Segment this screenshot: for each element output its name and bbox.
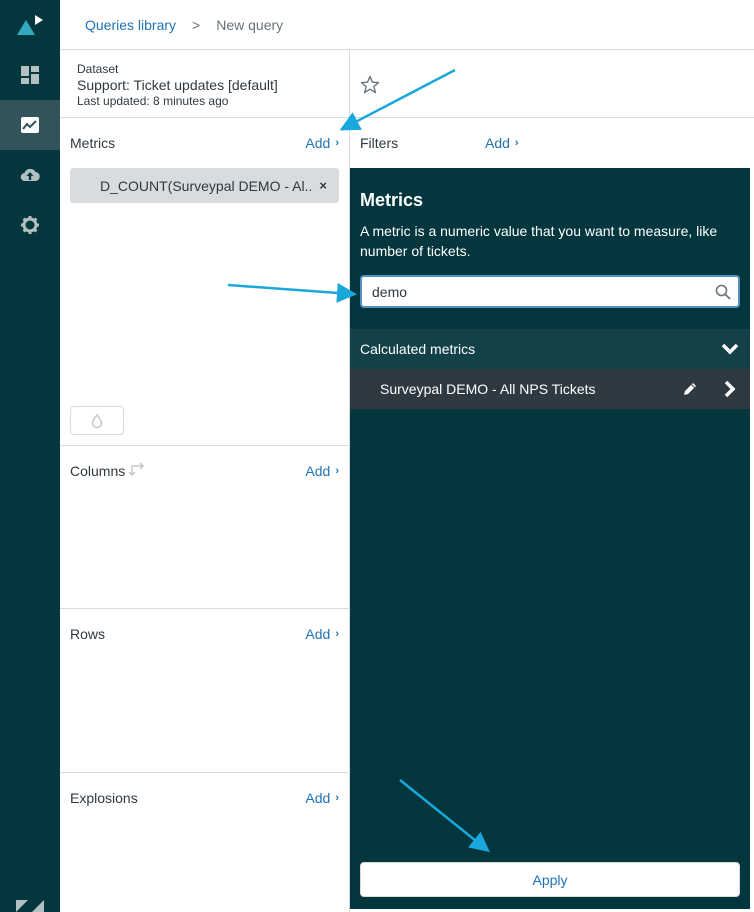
query-builder-panel: Dataset Support: Ticket updates [default… [60, 50, 350, 912]
metrics-panel-title: Metrics [360, 190, 424, 210]
queries-nav[interactable] [0, 100, 60, 150]
chevron-right-icon[interactable] [710, 369, 750, 409]
metric-search-input[interactable] [362, 277, 708, 306]
zendesk-logo-icon[interactable] [14, 900, 46, 912]
chevron-right-icon: › [335, 137, 339, 149]
upload-nav[interactable] [0, 150, 60, 200]
queries-icon [21, 117, 39, 133]
nav-rail [0, 0, 60, 912]
group-label: Calculated metrics [360, 341, 476, 357]
dataset-info: Dataset Support: Ticket updates [default… [77, 61, 278, 109]
add-explosions-label: Add [305, 790, 331, 806]
metrics-section-title: Metrics [70, 135, 116, 151]
add-metrics-link[interactable]: Add › [305, 135, 339, 151]
metric-list-item[interactable]: Surveypal DEMO - All NPS Tickets [350, 369, 750, 409]
queries-library-link[interactable]: Queries library [85, 17, 176, 33]
divider [60, 772, 350, 773]
metrics-picker-panel: Metrics A metric is a numeric value that… [350, 168, 750, 909]
metric-color-button[interactable] [70, 406, 124, 435]
metric-item-label: Surveypal DEMO - All NPS Tickets [380, 381, 596, 397]
filters-title: Filters [360, 135, 399, 151]
calculated-metrics-group[interactable]: Calculated metrics [350, 329, 750, 369]
add-rows-label: Add [305, 626, 331, 642]
search-icon[interactable] [708, 284, 738, 300]
dataset-name: Support: Ticket updates [default] [77, 77, 278, 93]
add-explosions-link[interactable]: Add › [305, 790, 339, 806]
metrics-panel-description: A metric is a numeric value that you wan… [360, 223, 718, 259]
breadcrumb-current: New query [216, 16, 284, 33]
upload-icon [20, 168, 40, 182]
chevron-right-icon: › [335, 792, 339, 804]
divider [60, 608, 350, 609]
filters-row: Filters Add › [350, 117, 754, 167]
metric-search [360, 275, 740, 308]
chevron-right-icon: › [514, 137, 519, 149]
metric-pill[interactable]: D_COUNT(Surveypal DEMO - Al... × [70, 168, 339, 203]
star-icon[interactable] [360, 75, 380, 95]
add-metrics-label: Add [305, 135, 331, 151]
columns-section-title: Columns [70, 463, 126, 479]
dataset-updated: Last updated: 8 minutes ago [77, 94, 229, 108]
dashboard-icon [21, 66, 39, 84]
explosions-section-title: Explosions [70, 790, 138, 806]
breadcrumb-separator: > [192, 16, 201, 33]
breadcrumb: Queries library > New query [60, 0, 754, 50]
dashboard-nav[interactable] [0, 50, 60, 100]
add-filters-link[interactable]: Add › [485, 135, 519, 151]
add-columns-link[interactable]: Add › [305, 463, 339, 479]
chevron-right-icon: › [335, 465, 339, 477]
edit-pencil-icon[interactable] [670, 369, 710, 409]
chevron-down-icon [710, 343, 750, 355]
divider [60, 117, 350, 118]
divider [60, 445, 350, 446]
add-columns-label: Add [305, 463, 331, 479]
add-filters-label: Add [485, 135, 510, 151]
remove-metric-icon[interactable]: × [319, 178, 327, 193]
swap-icon[interactable] [129, 461, 147, 477]
dataset-label: Dataset [77, 62, 119, 76]
settings-nav[interactable] [0, 200, 60, 250]
settings-icon [21, 216, 39, 234]
apply-button[interactable]: Apply [360, 862, 740, 897]
droplet-icon [91, 413, 103, 428]
explore-logo-icon[interactable] [16, 14, 44, 36]
metric-pill-label: D_COUNT(Surveypal DEMO - Al... [100, 177, 312, 194]
rows-section-title: Rows [70, 626, 106, 642]
add-rows-link[interactable]: Add › [305, 626, 339, 642]
chevron-right-icon: › [335, 628, 339, 640]
